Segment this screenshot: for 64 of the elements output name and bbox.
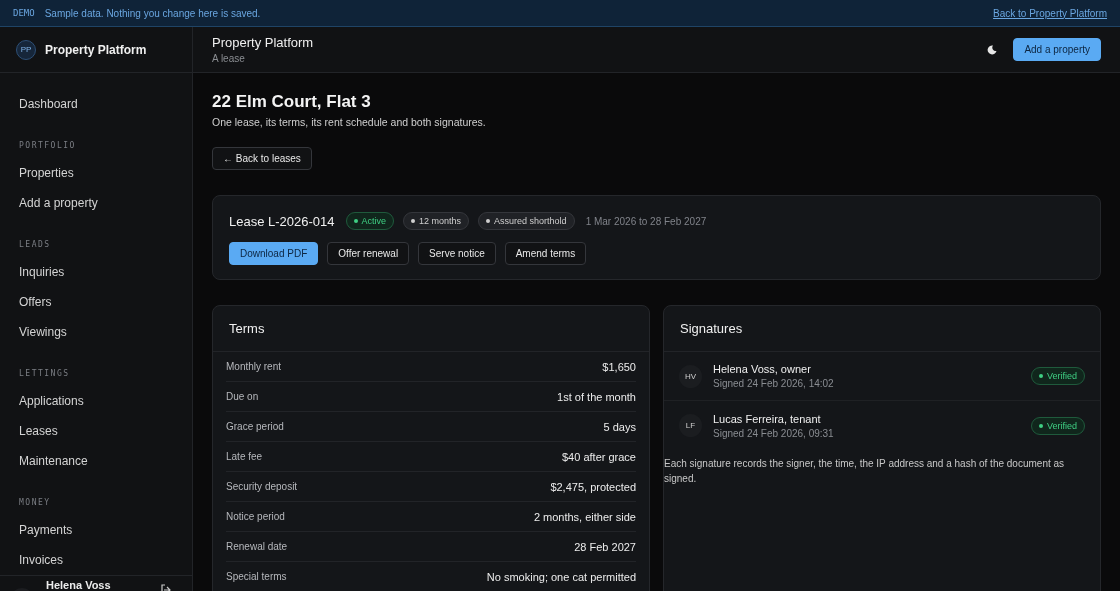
term-value: 2 months, either side <box>533 510 636 523</box>
user-name: Helena Voss <box>46 579 112 591</box>
term-label: Late fee <box>226 451 263 462</box>
term-label: Notice period <box>226 511 285 522</box>
action-button[interactable]: Amend terms <box>504 242 587 265</box>
card-title: Terms <box>213 306 649 352</box>
term-value: 5 days <box>603 420 636 433</box>
add-property-button[interactable]: Add a property <box>1013 38 1101 61</box>
nav-item[interactable]: Viewings <box>19 317 67 347</box>
action-button[interactable]: Serve notice <box>418 242 496 265</box>
back-button[interactable]: ← Back to leases <box>212 147 312 170</box>
term-value: 1st of the month <box>557 390 636 403</box>
status-badge: 12 months <box>403 212 470 230</box>
term-label: Special terms <box>226 571 287 582</box>
verified-badge: Verified <box>1030 367 1085 385</box>
term-label: Grace period <box>226 421 284 432</box>
signer-name: Helena Voss, owner <box>713 363 812 375</box>
header-title: Property Platform <box>212 35 314 50</box>
nav-section-heading: MONEY <box>19 497 51 509</box>
lease-title: Lease L-2026-014 <box>229 213 335 229</box>
nav-item[interactable]: Invoices <box>19 545 64 575</box>
term-label: Due on <box>226 391 259 402</box>
action-button[interactable]: Offer renewal <box>327 242 410 265</box>
nav-item[interactable]: Applications <box>19 386 84 416</box>
nav-item[interactable]: Dashboard <box>19 89 78 119</box>
term-value: $40 after grace <box>562 450 636 463</box>
term-value: $1,650 <box>602 360 636 373</box>
brand-avatar: PP <box>16 39 36 60</box>
banner-message: Sample data. Nothing you change here is saved. <box>44 7 261 19</box>
back-link[interactable]: Back to Property Platform <box>993 7 1107 19</box>
status-badge: Active <box>345 212 395 230</box>
nav-item[interactable]: Offers <box>19 287 52 317</box>
nav-section-heading: LETTINGS <box>19 368 70 380</box>
term-value: No smoking; one cat permitted <box>486 570 636 583</box>
signatures-note: Each signature records the signer, the time, the IP address and a hash of the document as signed. <box>664 457 1066 486</box>
card-title: Signatures <box>664 306 1100 352</box>
nav-item[interactable]: Leases <box>19 416 58 446</box>
term-value: $2,475, protected <box>550 480 636 493</box>
signed-time: Signed 24 Feb 2026, 14:02 <box>713 378 835 389</box>
page-description: One lease, its terms, its rent schedule and both signatures. <box>212 116 487 128</box>
nav-section-heading: PORTFOLIO <box>19 140 76 152</box>
verified-badge: Verified <box>1030 416 1085 435</box>
signer-name: Lucas Ferreira, tenant <box>713 412 822 425</box>
term-label: Monthly rent <box>226 361 282 372</box>
signer-avatar: LF <box>679 414 702 437</box>
action-button[interactable]: Download PDF <box>229 242 319 265</box>
lease-dates: 1 Mar 2026 to 28 Feb 2027 <box>585 215 707 227</box>
signer-avatar: HV <box>679 364 702 388</box>
term-label: Renewal date <box>226 541 288 552</box>
nav-item[interactable]: Payments <box>19 515 73 545</box>
nav-item[interactable]: Maintenance <box>19 446 88 476</box>
signed-time: Signed 24 Feb 2026, 09:31 <box>713 427 835 439</box>
status-badge: Assured shorthold <box>478 212 575 230</box>
nav-item[interactable]: Properties <box>19 158 74 188</box>
term-label: Security deposit <box>226 481 298 492</box>
nav-section-heading: LEADS <box>19 239 51 251</box>
brand-name: Property Platform <box>45 42 147 57</box>
moon-icon[interactable] <box>987 44 998 55</box>
nav-item[interactable]: Add a property <box>19 188 98 218</box>
nav-item[interactable]: Inquiries <box>19 257 65 287</box>
term-value: 28 Feb 2027 <box>574 540 636 553</box>
page-title: 22 Elm Court, Flat 3 <box>212 92 372 112</box>
header-subtitle: A lease <box>212 53 246 64</box>
demo-label: DEMO <box>13 8 35 18</box>
